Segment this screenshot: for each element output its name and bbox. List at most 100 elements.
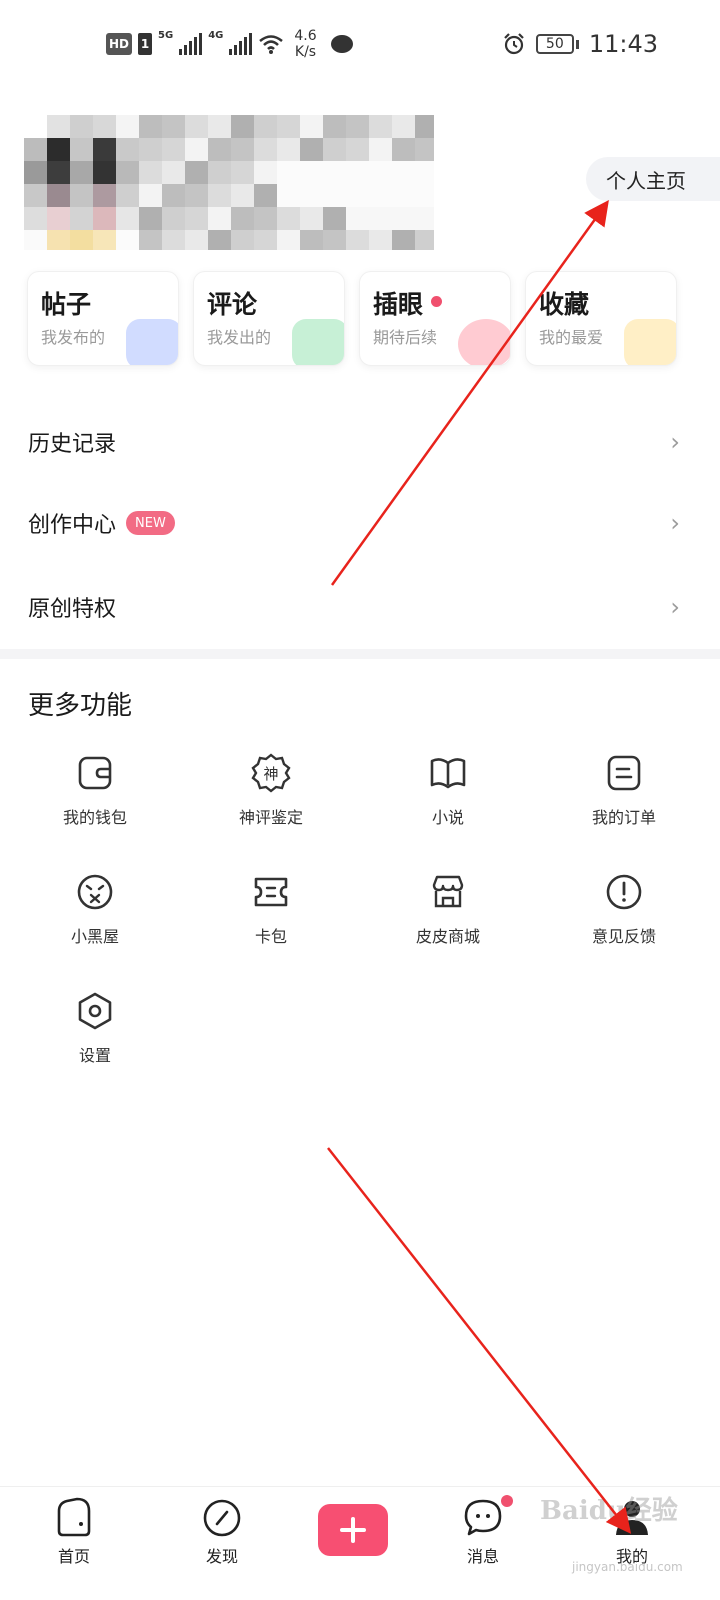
mosaic-cell	[47, 230, 70, 250]
mosaic-cell	[116, 184, 139, 207]
mosaic-cell	[415, 115, 434, 138]
battery-tip	[575, 39, 579, 49]
card-title-wrap: 插眼	[373, 288, 510, 322]
feature-blackroom[interactable]: 小黑屋	[5, 871, 185, 947]
mosaic-cell	[139, 138, 162, 161]
mosaic-cell	[116, 138, 139, 161]
card-comments[interactable]: 评论 我发出的	[193, 271, 345, 366]
unread-dot	[501, 1495, 513, 1507]
mosaic-cell	[277, 230, 300, 250]
nav-home[interactable]: 首页	[24, 1487, 124, 1600]
compass-icon	[203, 1499, 241, 1537]
new-badge: NEW	[126, 511, 175, 535]
nav-discover[interactable]: 发现	[172, 1487, 272, 1600]
post-icon	[126, 319, 178, 365]
feature-feedback[interactable]: 意见反馈	[534, 871, 714, 947]
mosaic-cell	[300, 138, 323, 161]
feature-label: 小黑屋	[70, 927, 119, 946]
mosaic-cell	[369, 184, 392, 207]
mosaic-cell	[93, 184, 116, 207]
mosaic-cell	[116, 161, 139, 184]
menu-label: 原创特权	[28, 597, 117, 622]
mosaic-cell	[231, 161, 254, 184]
mosaic-cell	[47, 184, 70, 207]
mosaic-cell	[162, 207, 185, 230]
mosaic-cell	[70, 230, 93, 250]
svg-text:神: 神	[263, 765, 278, 783]
mosaic-cell	[369, 115, 392, 138]
status-right: 50 11:43	[502, 30, 658, 58]
speed-value: 4.6	[294, 28, 317, 44]
profile-homepage-button[interactable]: 个人主页	[586, 157, 720, 201]
mosaic-cell	[185, 161, 208, 184]
status-left: HD 1 5G 4G 4.6 K/s	[106, 28, 353, 60]
mosaic-cell	[162, 115, 185, 138]
feature-god-comment[interactable]: 神 神评鉴定	[181, 752, 361, 828]
compose-button[interactable]	[318, 1504, 388, 1556]
mosaic-cell	[415, 138, 434, 161]
comment-icon	[292, 319, 344, 365]
mosaic-cell	[277, 161, 300, 184]
card-posts[interactable]: 帖子 我发布的	[27, 271, 179, 366]
mosaic-cell	[392, 115, 415, 138]
battery-indicator: 50	[535, 34, 574, 54]
feature-wallet[interactable]: 我的钱包	[5, 752, 185, 828]
mosaic-cell	[231, 230, 254, 250]
chevron-right-icon: ›	[670, 509, 680, 537]
mosaic-cell	[47, 161, 70, 184]
card-title: 帖子	[41, 290, 92, 319]
feature-shop[interactable]: 皮皮商城	[358, 871, 538, 947]
mosaic-cell	[346, 138, 369, 161]
baidu-watermark: Baidu经验	[540, 1496, 678, 1526]
mosaic-cell	[70, 207, 93, 230]
mosaic-cell	[185, 184, 208, 207]
mosaic-cell	[254, 207, 277, 230]
mosaic-cell	[300, 115, 323, 138]
chat-icon	[464, 1499, 502, 1536]
mosaic-cell	[231, 207, 254, 230]
card-title: 评论	[207, 290, 258, 319]
card-watch[interactable]: 插眼 期待后续	[359, 271, 511, 366]
signal-icon	[229, 33, 253, 55]
mosaic-cell	[93, 207, 116, 230]
menu-label: 历史记录	[28, 432, 117, 457]
mosaic-cell	[415, 207, 434, 230]
chevron-right-icon: ›	[670, 428, 680, 456]
feature-orders[interactable]: 我的订单	[534, 752, 714, 828]
feature-novel[interactable]: 小说	[358, 752, 538, 828]
mosaic-cell	[70, 184, 93, 207]
card-favorites[interactable]: 收藏 我的最爱	[525, 271, 677, 366]
mosaic-cell	[254, 115, 277, 138]
mosaic-cell	[231, 184, 254, 207]
feature-label: 意见反馈	[591, 927, 656, 946]
feature-label: 设置	[78, 1046, 111, 1065]
avatar[interactable]	[24, 115, 434, 250]
mosaic-cell	[47, 207, 70, 230]
mosaic-cell	[277, 138, 300, 161]
feature-card-pack[interactable]: 卡包	[181, 871, 361, 947]
mosaic-cell	[323, 184, 346, 207]
mosaic-cell	[24, 115, 47, 138]
nav-messages[interactable]: 消息	[433, 1487, 533, 1600]
mosaic-cell	[93, 138, 116, 161]
feature-settings[interactable]: 设置	[5, 990, 185, 1066]
menu-creator-center[interactable]: 创作中心 NEW ›	[0, 483, 720, 563]
mosaic-cell	[346, 230, 369, 250]
mosaic-cell	[254, 138, 277, 161]
mosaic-cell	[162, 230, 185, 250]
wallet-icon	[78, 756, 112, 790]
menu-original-privilege[interactable]: 原创特权 ›	[0, 567, 720, 647]
menu-history[interactable]: 历史记录 ›	[0, 402, 720, 482]
mosaic-cell	[185, 115, 208, 138]
mosaic-cell	[70, 161, 93, 184]
more-features-title: 更多功能	[28, 691, 133, 721]
mosaic-cell	[254, 161, 277, 184]
mosaic-cell	[323, 115, 346, 138]
mosaic-cell	[162, 161, 185, 184]
mosaic-cell	[70, 115, 93, 138]
mosaic-cell	[24, 230, 47, 250]
quick-cards: 帖子 我发布的 评论 我发出的 插眼 期待后续 收藏 我的最爱	[27, 271, 677, 366]
mosaic-cell	[300, 184, 323, 207]
mosaic-cell	[139, 115, 162, 138]
clock: 11:43	[588, 30, 658, 58]
